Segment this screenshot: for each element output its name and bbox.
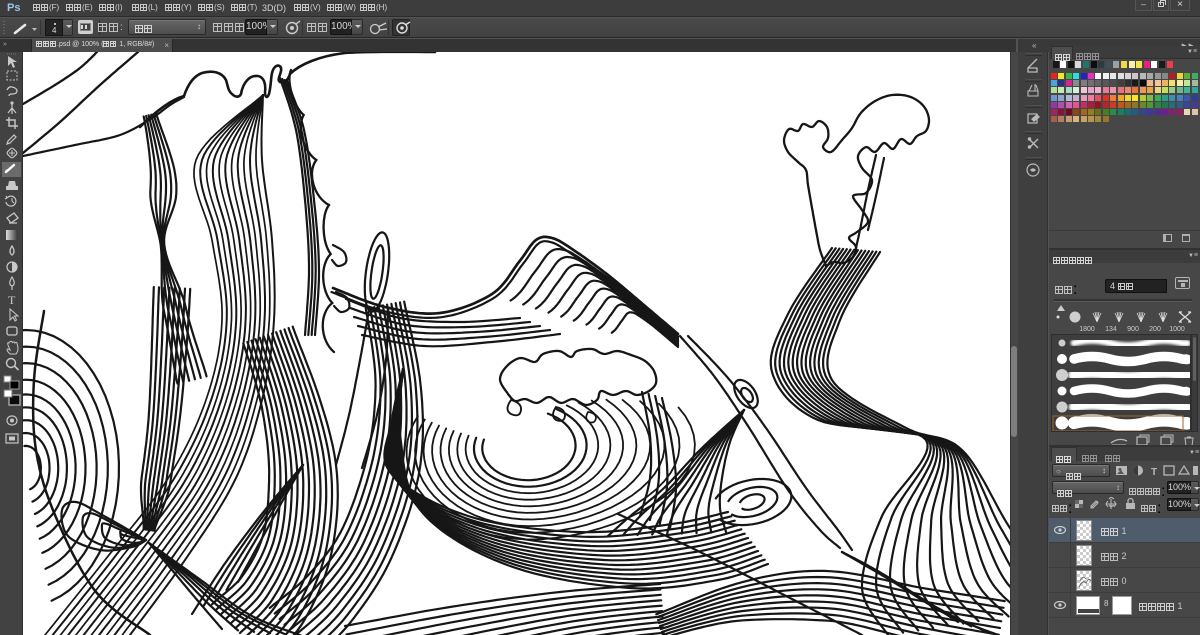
svg-text:134: 134 [1105, 326, 1117, 332]
svg-text:T: T [1151, 467, 1157, 477]
svg-text:1000: 1000 [1169, 326, 1185, 332]
svg-text:1800: 1800 [1079, 326, 1095, 332]
svg-text:200: 200 [1149, 326, 1161, 332]
svg-text:900: 900 [1127, 326, 1139, 332]
svg-text:T: T [8, 293, 16, 307]
